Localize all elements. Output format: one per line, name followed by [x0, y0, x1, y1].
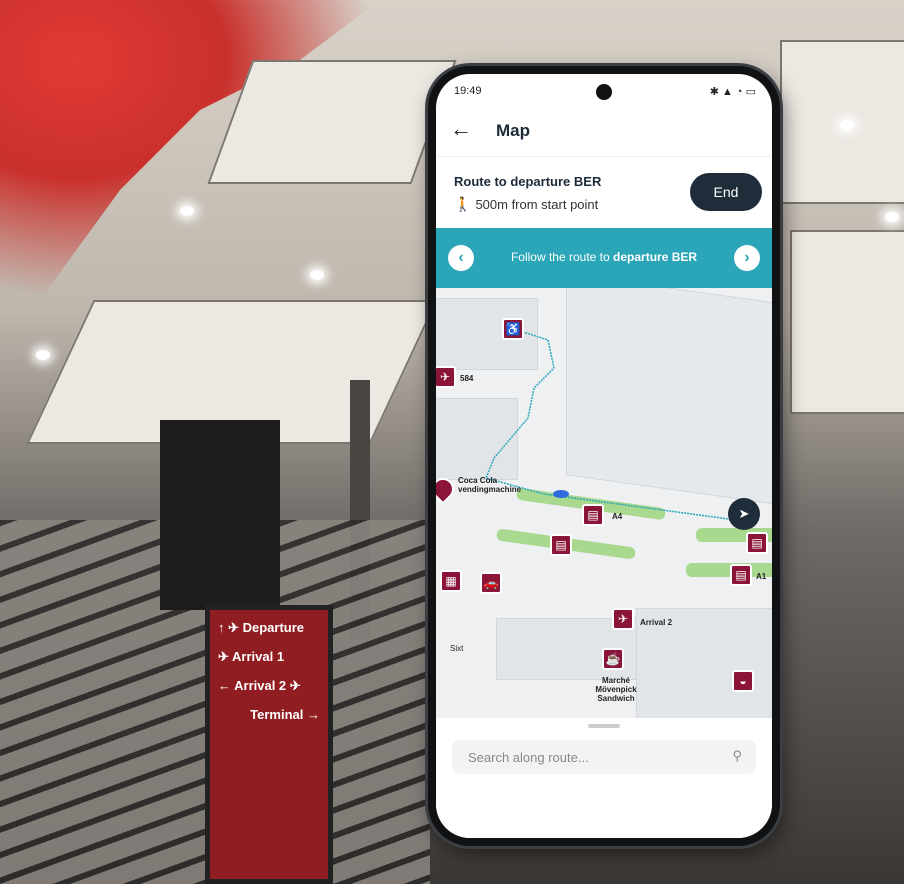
arrival-poi-icon[interactable]: ✈ — [612, 608, 634, 630]
vending-machine-label: Coca Cola vendingmachine — [458, 476, 522, 494]
shop-poi-icon[interactable]: ▤ — [550, 534, 572, 556]
page-title: Map — [496, 121, 530, 140]
elevator-tower — [160, 420, 280, 610]
route-distance: 🚶 500m from start point — [454, 196, 598, 213]
instruction-prefix: Follow the route to — [510, 250, 614, 264]
facility-poi-icon[interactable]: ♿ — [502, 318, 524, 340]
route-search-field[interactable]: Search along route... ⚲ — [452, 740, 756, 774]
restaurant-poi-icon[interactable]: ◒ — [732, 670, 754, 692]
chevron-left-icon[interactable]: ‹ — [448, 245, 474, 271]
signal-wifi-battery-icon: ✱ ▲ ◔ ▭ — [709, 86, 756, 98]
direction-banner: ‹ Follow the route to departure BER › — [436, 228, 772, 288]
direction-instruction: Follow the route to departure BER — [484, 250, 724, 264]
ceiling-light — [885, 212, 899, 222]
status-bar: 19:49 ✱ ▲ ◔ ▭ — [436, 74, 772, 108]
atm-poi-icon[interactable]: ▦ — [440, 570, 462, 592]
rental-label: Sixt — [450, 644, 464, 653]
shop-poi-icon[interactable]: ▤ — [746, 532, 768, 554]
ceiling-panel — [790, 230, 904, 414]
shop-poi-icon[interactable]: ▤ — [730, 564, 752, 586]
cafe-poi-icon[interactable]: ☕ — [602, 648, 624, 670]
app-bar: ← Map — [436, 108, 772, 157]
instruction-target: departure BER — [613, 250, 698, 264]
status-time: 19:49 — [454, 85, 482, 97]
route-card: Route to departure BER 🚶 500m from start … — [436, 156, 772, 228]
car-rental-poi-icon[interactable]: 🚗 — [480, 572, 502, 594]
indoor-map[interactable]: ♿ ✈ 584 Coca Cola vendingmachine ▤ A4 ▤ … — [436, 288, 772, 718]
ceiling-light — [310, 270, 324, 280]
ceiling-light — [840, 120, 854, 130]
cafe-label: Marché Mövenpick Sandwich — [595, 676, 637, 703]
area-label: A4 — [612, 512, 623, 521]
ceiling-light — [180, 206, 194, 216]
bottom-sheet: Search along route... ⚲ — [436, 718, 772, 838]
ceiling-light — [36, 350, 50, 360]
walking-person-icon: 🚶 — [454, 196, 472, 212]
back-arrow-icon[interactable]: ← — [450, 116, 472, 142]
gate-label: 584 — [460, 374, 474, 383]
navigation-arrow-icon[interactable]: ➤ — [728, 498, 760, 530]
search-icon: ⚲ — [732, 748, 742, 763]
wayfinding-sign: ↑ ✈ Departure ✈ Arrival 1 ← Arrival 2 ✈ … — [205, 605, 333, 884]
end-route-button[interactable]: End — [690, 173, 762, 211]
phone-screen: 19:49 ✱ ▲ ◔ ▭ ← Map Route to departure B… — [436, 74, 772, 838]
shop-poi-icon[interactable]: ▤ — [582, 504, 604, 526]
smartphone: 19:49 ✱ ▲ ◔ ▭ ← Map Route to departure B… — [428, 66, 780, 846]
arrival-label: Arrival 2 — [640, 618, 673, 627]
route-distance-text: 500m from start point — [475, 197, 599, 212]
sheet-drag-handle[interactable] — [588, 724, 620, 728]
current-location-dot — [553, 490, 569, 498]
route-title: Route to departure BER — [454, 174, 602, 189]
ceiling-panel — [207, 60, 457, 184]
area-label: A1 — [756, 572, 767, 581]
search-placeholder: Search along route... — [468, 750, 589, 765]
departure-poi-icon[interactable]: ✈ — [436, 366, 456, 388]
front-camera — [596, 84, 612, 100]
chevron-right-icon[interactable]: › — [734, 245, 760, 271]
system-nav-bar — [436, 804, 772, 828]
